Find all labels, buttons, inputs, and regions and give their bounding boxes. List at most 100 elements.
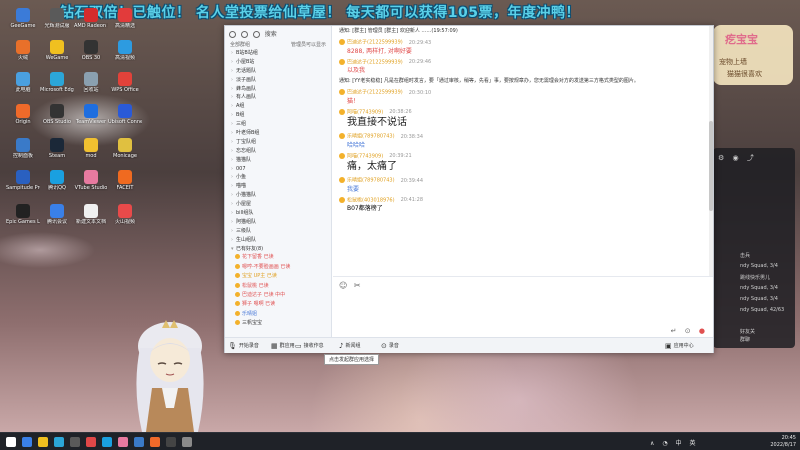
taskbar-app-icon[interactable] (86, 437, 96, 447)
share-icon[interactable]: ⤴ (747, 154, 754, 162)
taskbar-app-icon[interactable] (38, 437, 48, 447)
members-header[interactable]: ▾ 已有好友(8) (225, 245, 331, 254)
eye-icon[interactable]: ◉ (733, 154, 739, 162)
desktop-icon[interactable]: 高清视频 (108, 40, 142, 61)
desktop-icon[interactable]: 控制面板 (6, 138, 40, 159)
taskbar-app-icon[interactable] (54, 437, 64, 447)
bottom-item-4[interactable]: ♪ 新闻组 (339, 342, 360, 350)
group-item[interactable]: › B组 (225, 111, 331, 120)
gear-icon[interactable]: ⚙ (718, 154, 724, 162)
message-username[interactable]: 巴迪达子 (347, 90, 367, 96)
member-item[interactable]: 乐晴姐 (225, 310, 331, 319)
people-icon[interactable] (240, 31, 248, 38)
group-item[interactable]: › 小猫猫队 (225, 191, 331, 200)
message-username[interactable]: 巴迪达子 (347, 40, 367, 46)
taskbar-app-icon[interactable] (22, 437, 32, 447)
desktop-icon[interactable]: VTube Studio (74, 170, 108, 191)
desktop-icon[interactable]: 腾讯会议 (40, 204, 74, 225)
right-panel-bottom-line[interactable]: 好友关 (740, 328, 755, 335)
desktop-icon[interactable]: FACEIT (108, 170, 142, 191)
message-username[interactable]: 松鼠桃 (347, 197, 362, 203)
network-icon[interactable]: ◔ (662, 440, 667, 447)
record-icon[interactable]: ● (699, 327, 705, 335)
scrollbar-thumb[interactable] (709, 121, 713, 211)
desktop-icon[interactable]: 腾讯QQ (40, 170, 74, 191)
group-item[interactable]: › 三级队 (225, 227, 331, 236)
search-icon[interactable] (252, 31, 260, 38)
group-item[interactable]: › 生山组队 (225, 236, 331, 245)
member-item[interactable]: 三帆宝宝 (225, 319, 331, 328)
group-item[interactable]: › 有人画队 (225, 93, 331, 102)
member-item[interactable]: 嗯哼-不要脸画画 已读 (225, 263, 331, 272)
desktop-icon[interactable]: mod (74, 138, 108, 159)
right-panel-bottom-line[interactable]: 群聊 (740, 336, 750, 343)
message-username[interactable]: 巴迪达子 (347, 59, 367, 65)
bottom-item-5[interactable]: ⊙ 录音 (381, 342, 399, 350)
bottom-item-1[interactable]: 🎙 开始录音 (228, 342, 259, 350)
group-item[interactable]: › 小鱼 (225, 173, 331, 182)
member-item[interactable]: 狮子 嗯啊 已读 (225, 300, 331, 309)
chat-scrollbar[interactable] (709, 26, 713, 276)
taskbar-app-icon[interactable] (182, 437, 192, 447)
desktop-icon[interactable]: 火山视频 (108, 204, 142, 225)
bottom-item-2[interactable]: ▦ 群应用 (271, 342, 295, 350)
search-label[interactable]: 搜索 (265, 31, 277, 38)
desktop-icon[interactable]: AMD Radeon Software (74, 8, 108, 29)
member-item[interactable]: 宝宝 UP主 已读 (225, 272, 331, 281)
desktop-icon[interactable]: Monicage (108, 138, 142, 159)
bottom-item-6[interactable]: ▣ 应用中心 (665, 342, 694, 350)
group-item[interactable]: › 叶老师B组 (225, 129, 331, 138)
message-username[interactable]: 乐晴姐 (347, 178, 362, 184)
bottom-item-3[interactable]: ▭ 接收作息 (295, 342, 324, 350)
desktop-icon[interactable]: OBS 30 (74, 40, 108, 61)
desktop-icon[interactable]: WPS Office (108, 72, 142, 93)
desktop-icon[interactable]: WeGame (40, 40, 74, 61)
desktop-icon[interactable]: Origin (6, 104, 40, 125)
group-item[interactable]: › 忘忘组队 (225, 147, 331, 156)
desktop-icon[interactable]: Sampitude Pro X Suite (6, 170, 40, 191)
desktop-icon[interactable]: 光辉测试服 (40, 8, 74, 29)
message-username[interactable]: 阿喵 (347, 153, 357, 159)
taskbar-app-icon[interactable] (102, 437, 112, 447)
desktop-icon[interactable]: Microsoft Edge (40, 72, 74, 93)
member-item[interactable]: 花下留香 已读 (225, 253, 331, 262)
desktop-icon[interactable]: OBS Studio (40, 104, 74, 125)
message-username[interactable]: 阿喵 (347, 109, 357, 115)
member-item[interactable]: 巴迪达子 已读 中中 (225, 291, 331, 300)
taskbar-app-icon[interactable] (6, 437, 16, 447)
desktop-icon[interactable]: 高清精选 (108, 8, 142, 29)
desktop-icon[interactable]: 新建文本文档 (74, 204, 108, 225)
group-item[interactable]: › 007 (225, 165, 331, 174)
input-area[interactable]: ☺ ✂ ↵ ⊙ ● (333, 276, 713, 337)
taskbar-app-icon[interactable] (166, 437, 176, 447)
emoji-icon[interactable]: ☺ (339, 281, 347, 290)
group-item[interactable]: › 蜂鸟画队 (225, 85, 331, 94)
menu-icon[interactable] (229, 31, 236, 38)
group-item[interactable]: › 丁宝队组 (225, 138, 331, 147)
group-item[interactable]: › A组 (225, 102, 331, 111)
group-item[interactable]: › bill组队 (225, 209, 331, 218)
chevron-up-icon[interactable]: ∧ (650, 440, 654, 447)
taskbar-app-icon[interactable] (150, 437, 160, 447)
taskbar-app-icon[interactable] (134, 437, 144, 447)
member-item[interactable]: 松鼠桃 已读 (225, 282, 331, 291)
desktop-icon[interactable]: Ubisoft Connect (108, 104, 142, 125)
group-item[interactable]: › 猫猫队 (225, 156, 331, 165)
desktop-icon[interactable]: 回收站 (74, 72, 108, 93)
group-item[interactable]: › 无话题队 (225, 67, 331, 76)
ime-chinese-icon[interactable]: 中 (676, 440, 682, 447)
group-item[interactable]: › B站B站组 (225, 49, 331, 58)
clock[interactable]: 20:45 2022/8/17 (770, 435, 796, 449)
message-username[interactable]: 乐晴姐 (347, 134, 362, 140)
group-item[interactable]: › 淡子画队 (225, 76, 331, 85)
desktop-icon[interactable]: Steam (40, 138, 74, 159)
desktop-icon[interactable]: GeeGame (6, 8, 40, 29)
group-item[interactable]: › 阿猫组队 (225, 218, 331, 227)
scissors-icon[interactable]: ✂ (354, 281, 361, 290)
group-item[interactable]: › 小屋屋 (225, 200, 331, 209)
group-item[interactable]: › 小屋B站 (225, 58, 331, 67)
taskbar-app-icon[interactable] (118, 437, 128, 447)
group-item[interactable]: › 三组 (225, 120, 331, 129)
group-item[interactable]: › 喵喵 (225, 182, 331, 191)
ime-english-icon[interactable]: 英 (689, 440, 695, 447)
